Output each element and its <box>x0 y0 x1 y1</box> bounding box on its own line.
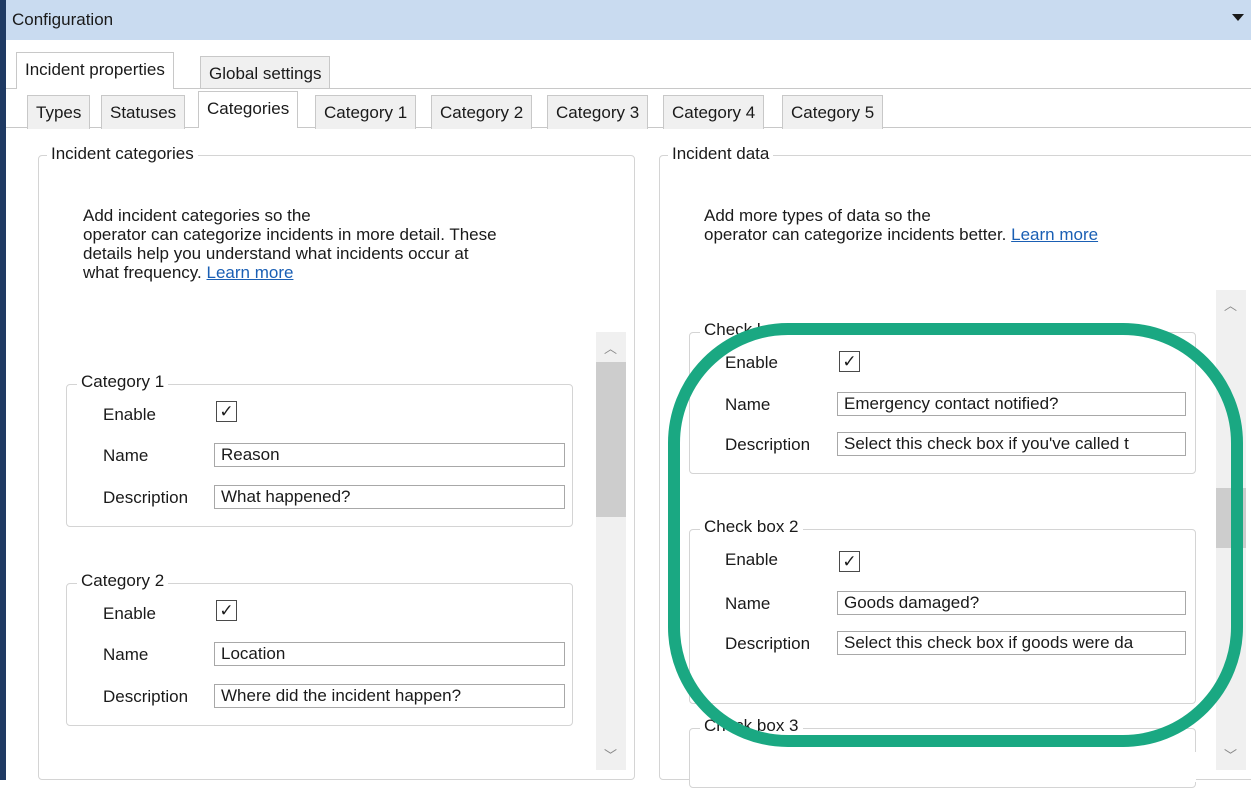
chevron-down-icon[interactable]: ﹀ <box>1224 745 1237 764</box>
title-bar: Configuration <box>0 0 1251 40</box>
tab-global-settings[interactable]: Global settings <box>200 56 331 88</box>
tab-types[interactable]: Types <box>27 95 91 129</box>
check-box-2-name-field[interactable]: Goods damaged? <box>837 591 1186 615</box>
window-title: Configuration <box>12 10 114 29</box>
tab-statuses[interactable]: Statuses <box>101 95 186 129</box>
name-label: Name <box>725 594 771 613</box>
incident-data-help: Add more types of data so the operator c… <box>704 206 1224 244</box>
scrollbar-thumb[interactable] <box>596 362 626 517</box>
configuration-panel: Incident properties Global settings Type… <box>6 40 1251 788</box>
check-box-2-enable-checkbox[interactable]: ✓ <box>839 551 860 572</box>
chevron-up-icon[interactable]: ︿ <box>604 338 617 357</box>
scroll-clip <box>690 752 1196 782</box>
category-2-name-field[interactable]: Location <box>214 642 565 666</box>
tab-category-5[interactable]: Category 5 <box>782 95 884 129</box>
help-line: operator can categorize incidents in mor… <box>83 225 497 244</box>
enable-label: Enable <box>103 604 156 623</box>
chevron-up-icon[interactable]: ︿ <box>1224 295 1237 314</box>
check-box-1-name-field[interactable]: Emergency contact notified? <box>837 392 1186 416</box>
check-box-1-description-field[interactable]: Select this check box if you've called t <box>837 432 1186 456</box>
category-1-enable-checkbox[interactable]: ✓ <box>216 401 237 422</box>
help-line: details help you understand what inciden… <box>83 244 469 263</box>
category-1-title: Category 1 <box>77 372 169 392</box>
enable-label: Enable <box>725 550 778 569</box>
category-1-name-field[interactable]: Reason <box>214 443 565 467</box>
tab-category-4[interactable]: Category 4 <box>663 95 765 129</box>
learn-more-link[interactable]: Learn more <box>1011 225 1098 244</box>
category-2-description-field[interactable]: Where did the incident happen? <box>214 684 565 708</box>
scrollbar-thumb[interactable] <box>1216 488 1246 548</box>
learn-more-link[interactable]: Learn more <box>207 263 294 282</box>
check-box-2-description-field[interactable]: Select this check box if goods were da <box>837 631 1186 655</box>
help-line: Add more types of data so the <box>704 206 931 225</box>
name-label: Name <box>725 395 771 414</box>
incident-categories-help: Add incident categories so the operator … <box>83 206 603 282</box>
description-label: Description <box>725 634 811 653</box>
tab-incident-properties[interactable]: Incident properties <box>16 52 174 89</box>
incident-data-title: Incident data <box>668 144 774 164</box>
category-2-enable-checkbox[interactable]: ✓ <box>216 600 237 621</box>
tab-categories[interactable]: Categories <box>198 91 299 128</box>
enable-label: Enable <box>103 405 156 424</box>
tab-category-3[interactable]: Category 3 <box>547 95 649 129</box>
tab-category-2[interactable]: Category 2 <box>431 95 533 129</box>
help-line: operator can categorize incidents better… <box>704 225 1007 244</box>
check-box-3-title: Check box 3 <box>700 716 803 736</box>
description-label: Description <box>725 435 811 454</box>
help-line: what frequency. <box>83 263 202 282</box>
category-1-description-field[interactable]: What happened? <box>214 485 565 509</box>
help-line: Add incident categories so the <box>83 206 311 225</box>
tab-category-1[interactable]: Category 1 <box>315 95 417 129</box>
check-box-1-enable-checkbox[interactable]: ✓ <box>839 351 860 372</box>
tab-divider <box>6 88 1251 89</box>
description-label: Description <box>103 488 189 507</box>
enable-label: Enable <box>725 353 778 372</box>
chevron-down-icon[interactable] <box>1232 14 1244 21</box>
name-label: Name <box>103 446 149 465</box>
chevron-down-icon[interactable]: ﹀ <box>604 745 617 764</box>
incident-categories-title: Incident categories <box>47 144 198 164</box>
description-label: Description <box>103 687 189 706</box>
name-label: Name <box>103 645 149 664</box>
check-box-2-title: Check box 2 <box>700 517 803 537</box>
check-box-1-title: Check box 1 <box>700 320 803 340</box>
category-2-title: Category 2 <box>77 571 169 591</box>
